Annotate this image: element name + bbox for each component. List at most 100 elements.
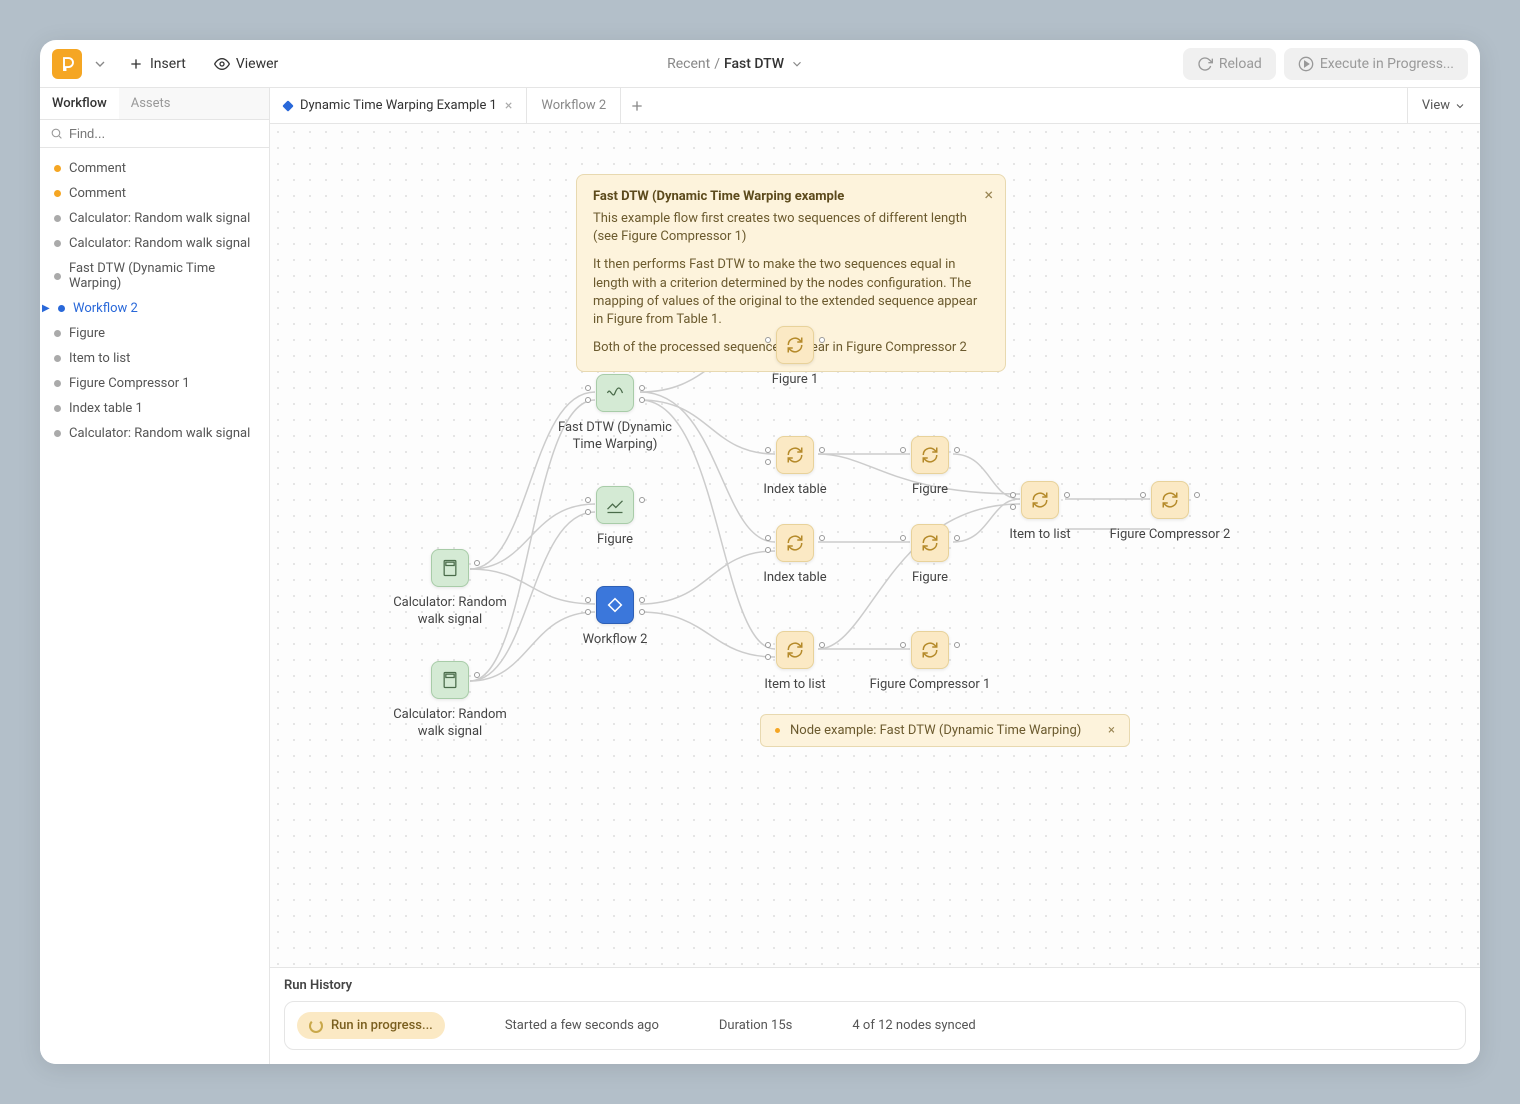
port-icon[interactable] (765, 642, 771, 648)
sidebar-item-fastdtw[interactable]: Fast DTW (Dynamic Time Warping) (40, 256, 269, 296)
port-icon[interactable] (639, 497, 645, 503)
port-icon[interactable] (585, 385, 591, 391)
sidebar-item-comment[interactable]: Comment (40, 156, 269, 181)
port-icon[interactable] (765, 447, 771, 453)
port-icon[interactable] (765, 459, 771, 465)
port-icon[interactable] (819, 642, 825, 648)
port-icon[interactable] (585, 609, 591, 615)
sidebar-item-figure[interactable]: Figure (40, 321, 269, 346)
sidebar-search[interactable] (40, 120, 269, 148)
node-box[interactable] (431, 661, 469, 699)
node-indextable[interactable]: Index table (725, 524, 865, 587)
port-icon[interactable] (1064, 492, 1070, 498)
node-box[interactable] (1021, 481, 1059, 519)
reload-button[interactable]: Reload (1183, 48, 1276, 80)
node-box[interactable] (596, 586, 634, 624)
view-dropdown[interactable]: View (1407, 88, 1480, 123)
port-icon[interactable] (765, 547, 771, 553)
tab-workflow2[interactable]: Workflow 2 (527, 88, 621, 123)
node-box[interactable] (1151, 481, 1189, 519)
port-icon[interactable] (819, 447, 825, 453)
port-icon[interactable] (954, 447, 960, 453)
port-icon[interactable] (819, 535, 825, 541)
close-icon[interactable]: × (505, 98, 512, 114)
node-fastdtw[interactable]: Fast DTW (Dynamic Time Warping) (545, 374, 685, 454)
viewer-button[interactable]: Viewer (204, 50, 288, 78)
node-itemtolist[interactable]: Item to list (725, 631, 865, 694)
node-calculator[interactable]: Calculator: Random walk signal (380, 549, 520, 629)
port-icon[interactable] (474, 560, 480, 566)
toast-node-example[interactable]: Node example: Fast DTW (Dynamic Time War… (760, 714, 1130, 747)
port-icon[interactable] (765, 337, 771, 343)
close-icon[interactable]: × (984, 185, 993, 204)
port-icon[interactable] (585, 597, 591, 603)
close-icon[interactable]: × (1108, 723, 1115, 738)
node-figcomp1[interactable]: Figure Compressor 1 (860, 631, 1000, 694)
sidebar-tab-workflow[interactable]: Workflow (40, 88, 119, 119)
run-duration: Duration 15s (719, 1018, 792, 1033)
breadcrumb-sep: / (714, 56, 720, 72)
port-icon[interactable] (639, 385, 645, 391)
sidebar-item-calculator[interactable]: Calculator: Random walk signal (40, 421, 269, 446)
node-box[interactable] (776, 436, 814, 474)
node-box[interactable] (776, 524, 814, 562)
port-icon[interactable] (765, 535, 771, 541)
tab-add-button[interactable] (621, 88, 653, 123)
port-icon[interactable] (1140, 492, 1146, 498)
workflow-canvas[interactable]: Fast DTW (Dynamic Time Warping example ×… (270, 124, 1480, 967)
status-dot-icon (58, 305, 65, 312)
sidebar-item-calculator[interactable]: Calculator: Random walk signal (40, 206, 269, 231)
node-box[interactable] (596, 374, 634, 412)
node-box[interactable] (911, 524, 949, 562)
tab-example1[interactable]: Dynamic Time Warping Example 1 × (270, 88, 527, 123)
status-dot-icon (54, 165, 61, 172)
node-indextable[interactable]: Index table (725, 436, 865, 499)
port-icon[interactable] (765, 654, 771, 660)
app-logo[interactable] (52, 49, 82, 79)
port-icon[interactable] (954, 642, 960, 648)
port-icon[interactable] (585, 497, 591, 503)
port-icon[interactable] (639, 397, 645, 403)
sidebar-item-calculator[interactable]: Calculator: Random walk signal (40, 231, 269, 256)
sidebar-tab-assets[interactable]: Assets (119, 88, 183, 119)
port-icon[interactable] (585, 397, 591, 403)
breadcrumb-current[interactable]: Fast DTW (724, 56, 784, 72)
run-history-row[interactable]: Run in progress... Started a few seconds… (284, 1001, 1466, 1050)
port-icon[interactable] (819, 337, 825, 343)
execute-button[interactable]: Execute in Progress... (1284, 48, 1468, 80)
node-calculator[interactable]: Calculator: Random walk signal (380, 661, 520, 741)
port-icon[interactable] (639, 597, 645, 603)
node-figure[interactable]: Figure (545, 486, 685, 549)
port-icon[interactable] (900, 642, 906, 648)
node-box[interactable] (911, 631, 949, 669)
node-workflow2[interactable]: Workflow 2 (545, 586, 685, 649)
node-figure1[interactable]: Figure 1 (725, 326, 865, 389)
port-icon[interactable] (1010, 492, 1016, 498)
node-figcomp2[interactable]: Figure Compressor 2 (1100, 481, 1240, 544)
port-icon[interactable] (954, 535, 960, 541)
breadcrumb-parent[interactable]: Recent (667, 56, 710, 72)
port-icon[interactable] (585, 509, 591, 515)
chevron-down-icon[interactable] (790, 57, 804, 71)
node-box[interactable] (596, 486, 634, 524)
port-icon[interactable] (639, 609, 645, 615)
sidebar-item-figcomp1[interactable]: Figure Compressor 1 (40, 371, 269, 396)
node-itemtolist[interactable]: Item to list (970, 481, 1110, 544)
search-input[interactable] (69, 126, 259, 141)
insert-button[interactable]: Insert (118, 50, 196, 78)
node-box[interactable] (911, 436, 949, 474)
sidebar-item-indextable1[interactable]: Index table 1 (40, 396, 269, 421)
node-box[interactable] (776, 631, 814, 669)
node-box[interactable] (776, 326, 814, 364)
sidebar-item-workflow2[interactable]: ▶Workflow 2 (40, 296, 269, 321)
port-icon[interactable] (1194, 492, 1200, 498)
sidebar-item-label: Figure Compressor 1 (69, 376, 190, 391)
port-icon[interactable] (474, 672, 480, 678)
app-menu-dropdown[interactable] (90, 49, 110, 79)
sidebar-item-comment[interactable]: Comment (40, 181, 269, 206)
port-icon[interactable] (1010, 504, 1016, 510)
node-box[interactable] (431, 549, 469, 587)
sidebar-item-itemtolist[interactable]: Item to list (40, 346, 269, 371)
port-icon[interactable] (900, 447, 906, 453)
port-icon[interactable] (900, 535, 906, 541)
